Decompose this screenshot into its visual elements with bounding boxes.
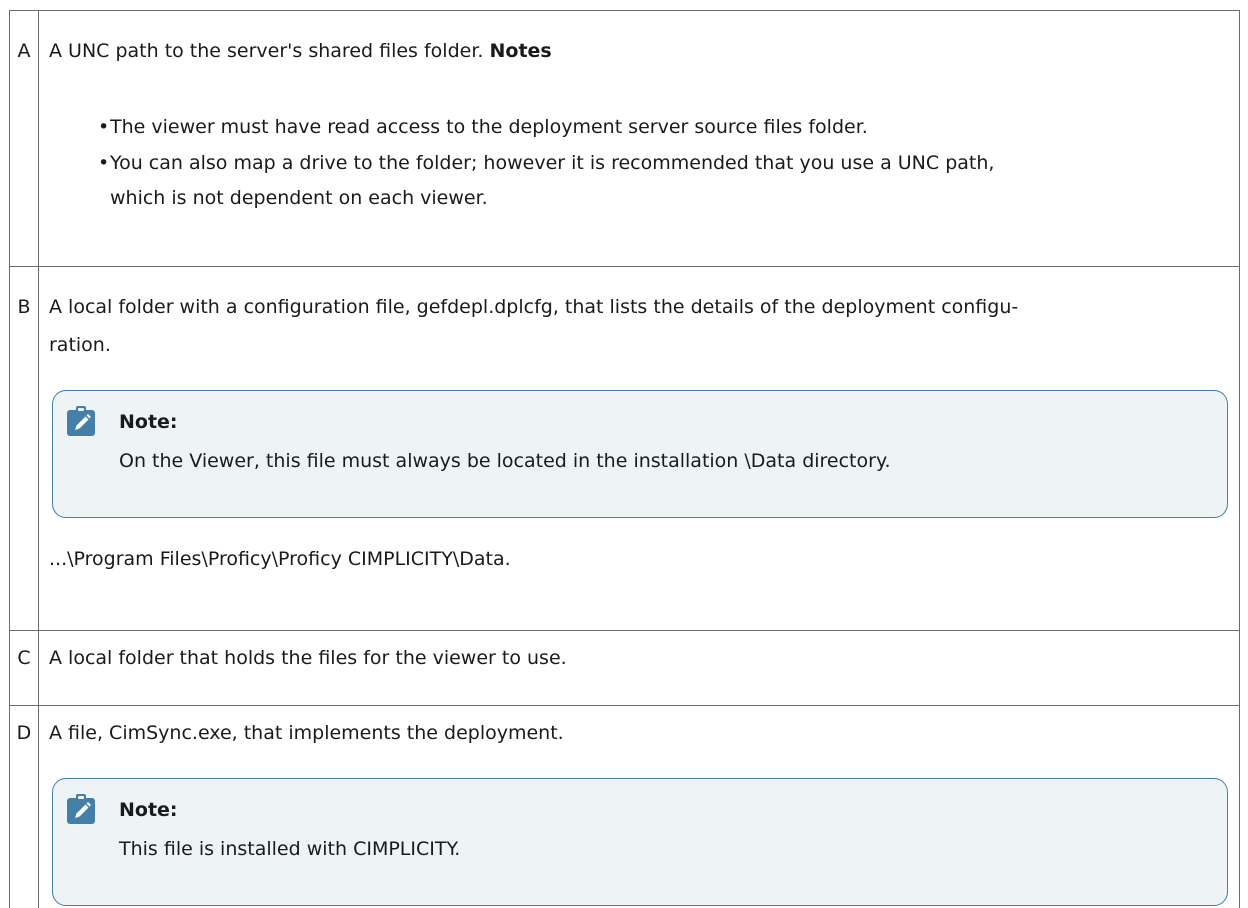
bullet-text-continued: which is not dependent on each viewer.	[110, 187, 1233, 211]
row-key: B	[10, 267, 39, 631]
row-text: A file, CimSync.exe, that implements the…	[49, 722, 564, 744]
notes-list: The viewer must have read access to the …	[49, 116, 1233, 211]
note-callout: Note: This file is installed with CIMPLI…	[52, 778, 1228, 906]
deployment-components-table: A A UNC path to the server's shared file…	[9, 10, 1240, 908]
row-key: D	[10, 706, 39, 908]
table-row: B A local folder with a configuration fi…	[10, 267, 1240, 631]
row-description: A UNC path to the server's shared files …	[39, 11, 1240, 267]
list-item: The viewer must have read access to the …	[98, 116, 1233, 140]
note-text: On the Viewer, this file must always be …	[119, 450, 891, 474]
notes-title: Notes	[489, 40, 551, 62]
bullet-text: You can also map a drive to the folder; …	[110, 152, 994, 174]
row-key: C	[10, 631, 39, 706]
table-row: D A file, CimSync.exe, that implements t…	[10, 706, 1240, 908]
note-text: This file is installed with CIMPLICITY.	[119, 838, 460, 862]
row-key: A	[10, 11, 39, 267]
table-row: C A local folder that holds the files fo…	[10, 631, 1240, 706]
note-callout: Note: On the Viewer, this file must alwa…	[52, 390, 1228, 518]
row-description: A local folder with a configuration file…	[39, 267, 1240, 631]
row-description: A file, CimSync.exe, that implements the…	[39, 706, 1240, 908]
pencil-clipboard-icon	[67, 406, 95, 436]
pencil-clipboard-icon	[67, 794, 95, 824]
list-item: You can also map a drive to the folder; …	[98, 152, 1233, 212]
row-description: A local folder that holds the files for …	[39, 631, 1240, 706]
row-text: A local folder with a configuration file…	[49, 296, 1233, 358]
row-text-line: ration.	[49, 334, 1233, 358]
install-path: ...\Program Files\Proficy\Proficy CIMPLI…	[49, 548, 1233, 572]
bullet-text: The viewer must have read access to the …	[110, 116, 868, 138]
row-text: A UNC path to the server's shared files …	[49, 40, 483, 62]
table-row: A A UNC path to the server's shared file…	[10, 11, 1240, 267]
row-text-line: A local folder with a configuration file…	[49, 296, 1018, 318]
note-title: Note:	[119, 411, 178, 435]
note-title: Note:	[119, 799, 178, 823]
